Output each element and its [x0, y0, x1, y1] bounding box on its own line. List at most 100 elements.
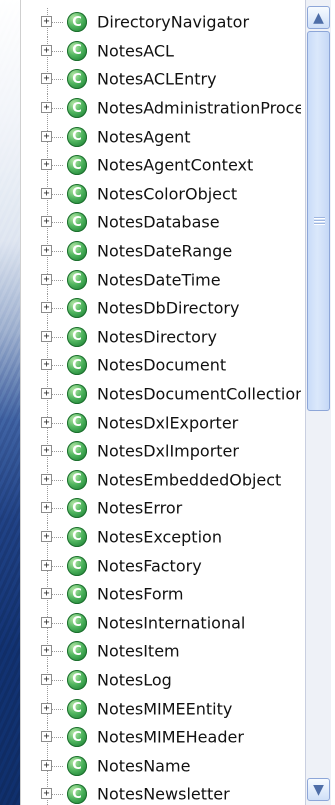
tree-item-label[interactable]: NotesFactory: [97, 556, 202, 575]
expand-icon[interactable]: +: [41, 16, 52, 28]
expand-icon[interactable]: +: [41, 731, 52, 743]
class-icon: C: [67, 155, 87, 176]
class-icon: C: [67, 298, 87, 319]
expand-icon[interactable]: +: [41, 788, 52, 800]
expand-icon[interactable]: +: [41, 445, 52, 457]
expand-icon[interactable]: +: [41, 473, 52, 485]
tree-row[interactable]: + C NotesName: [21, 751, 301, 781]
expand-icon[interactable]: +: [41, 359, 52, 371]
tree-row[interactable]: + C NotesError: [21, 494, 301, 523]
expand-icon[interactable]: +: [41, 44, 52, 56]
tree-row[interactable]: + C DirectoryNavigator: [21, 8, 301, 37]
expand-icon[interactable]: +: [41, 302, 52, 314]
class-icon: C: [67, 755, 87, 776]
tree-row[interactable]: + C NotesMIMEEntity: [21, 694, 301, 723]
tree-row[interactable]: + C NotesACL: [21, 36, 301, 66]
class-icon: C: [67, 498, 87, 519]
class-icon: C: [67, 698, 87, 719]
expand-icon[interactable]: +: [41, 702, 52, 714]
tree-row[interactable]: + C NotesException: [21, 522, 301, 552]
tree-row[interactable]: + C NotesDocumentCollection: [21, 379, 301, 409]
tree-row[interactable]: + C NotesDxlExporter: [21, 408, 301, 437]
tree-item-label[interactable]: NotesDateTime: [97, 270, 221, 289]
expand-icon[interactable]: +: [41, 616, 52, 628]
tree-row[interactable]: + C NotesMIMEHeader: [21, 722, 301, 752]
expand-icon[interactable]: +: [41, 673, 52, 685]
class-icon: C: [67, 526, 87, 547]
tree-item-label[interactable]: NotesACLEntry: [97, 70, 217, 89]
tree-row[interactable]: + C NotesAgentContext: [21, 150, 301, 180]
class-icon: C: [67, 126, 87, 147]
class-icon: C: [67, 212, 87, 233]
tree-row[interactable]: + C NotesDbDirectory: [21, 293, 301, 323]
expand-icon[interactable]: +: [41, 73, 52, 85]
tree-item-label[interactable]: NotesAgent: [97, 127, 191, 146]
tree-row[interactable]: + C NotesColorObject: [21, 179, 301, 209]
tree-row[interactable]: + C NotesAgent: [21, 122, 301, 151]
tree-row[interactable]: + C NotesAdministrationProce: [21, 93, 301, 123]
expand-icon[interactable]: +: [41, 130, 52, 142]
tree-item-label[interactable]: NotesDbDirectory: [97, 299, 239, 318]
class-icon: C: [67, 441, 87, 462]
tree-item-label[interactable]: NotesDxlExporter: [97, 413, 238, 432]
tree-row[interactable]: + C NotesLog: [21, 665, 301, 695]
class-icon: C: [67, 12, 87, 33]
expand-icon[interactable]: +: [41, 416, 52, 428]
tree-item-label[interactable]: DirectoryNavigator: [97, 13, 249, 32]
tree-item-label[interactable]: NotesDirectory: [97, 327, 217, 346]
tree-item-label[interactable]: NotesAgentContext: [97, 156, 253, 175]
tree-item-label[interactable]: NotesACL: [97, 41, 174, 60]
expand-icon[interactable]: +: [41, 330, 52, 342]
expand-icon[interactable]: +: [41, 187, 52, 199]
tree-item-label[interactable]: NotesDocumentCollection: [97, 385, 301, 404]
expand-icon[interactable]: +: [41, 388, 52, 400]
chevron-up-icon: ▲: [313, 9, 324, 26]
tree-row[interactable]: + C NotesDxlImporter: [21, 436, 301, 466]
tree-item-label[interactable]: NotesDateRange: [97, 242, 232, 261]
tree-row[interactable]: + C NotesDocument: [21, 351, 301, 380]
tree-item-label[interactable]: NotesItem: [97, 642, 180, 661]
tree-item-label[interactable]: NotesLog: [97, 670, 172, 689]
tree-row[interactable]: + C NotesEmbeddedObject: [21, 465, 301, 495]
tree-item-label[interactable]: NotesDocument: [97, 356, 226, 375]
tree-item-label[interactable]: NotesName: [97, 756, 190, 775]
tree-row[interactable]: + C NotesACLEntry: [21, 65, 301, 94]
expand-icon[interactable]: +: [41, 530, 52, 542]
expand-icon[interactable]: +: [41, 102, 52, 114]
expand-icon[interactable]: +: [41, 502, 52, 514]
class-icon: C: [67, 326, 87, 347]
tree-item-label[interactable]: NotesMIMEHeader: [97, 728, 244, 747]
tree-row[interactable]: + C NotesDatabase: [21, 208, 301, 237]
tree-item-label[interactable]: NotesForm: [97, 585, 184, 604]
vertical-scrollbar[interactable]: ▲ ▼: [305, 0, 331, 805]
scroll-thumb[interactable]: [307, 31, 330, 411]
scroll-up-button[interactable]: ▲: [307, 6, 330, 29]
tree-row[interactable]: + C NotesDateRange: [21, 236, 301, 266]
expand-icon[interactable]: +: [41, 159, 52, 171]
tree-item-label[interactable]: NotesException: [97, 527, 222, 546]
expand-icon[interactable]: +: [41, 759, 52, 771]
tree-item-label[interactable]: NotesColorObject: [97, 184, 237, 203]
tree-row[interactable]: + C NotesInternational: [21, 608, 301, 638]
tree-row[interactable]: + C NotesDirectory: [21, 322, 301, 352]
tree-item-label[interactable]: NotesEmbeddedObject: [97, 470, 281, 489]
tree-row[interactable]: + C NotesFactory: [21, 551, 301, 580]
tree-row[interactable]: + C NotesNewsletter: [21, 780, 301, 805]
tree-item-label[interactable]: NotesNewsletter: [97, 785, 230, 804]
tree-row[interactable]: + C NotesForm: [21, 579, 301, 609]
expand-icon[interactable]: +: [41, 216, 52, 228]
tree-row[interactable]: + C NotesDateTime: [21, 265, 301, 294]
expand-icon[interactable]: +: [41, 588, 52, 600]
tree-row[interactable]: + C NotesItem: [21, 637, 301, 666]
scroll-down-button[interactable]: ▼: [307, 778, 330, 801]
tree-item-label[interactable]: NotesDxlImporter: [97, 442, 239, 461]
tree-item-label[interactable]: NotesInternational: [97, 613, 245, 632]
expand-icon[interactable]: +: [41, 245, 52, 257]
tree-item-label[interactable]: NotesDatabase: [97, 213, 220, 232]
tree-item-label[interactable]: NotesAdministrationProce: [97, 99, 301, 118]
expand-icon[interactable]: +: [41, 273, 52, 285]
expand-icon[interactable]: +: [41, 645, 52, 657]
tree-item-label[interactable]: NotesError: [97, 499, 182, 518]
tree-item-label[interactable]: NotesMIMEEntity: [97, 699, 232, 718]
expand-icon[interactable]: +: [41, 559, 52, 571]
